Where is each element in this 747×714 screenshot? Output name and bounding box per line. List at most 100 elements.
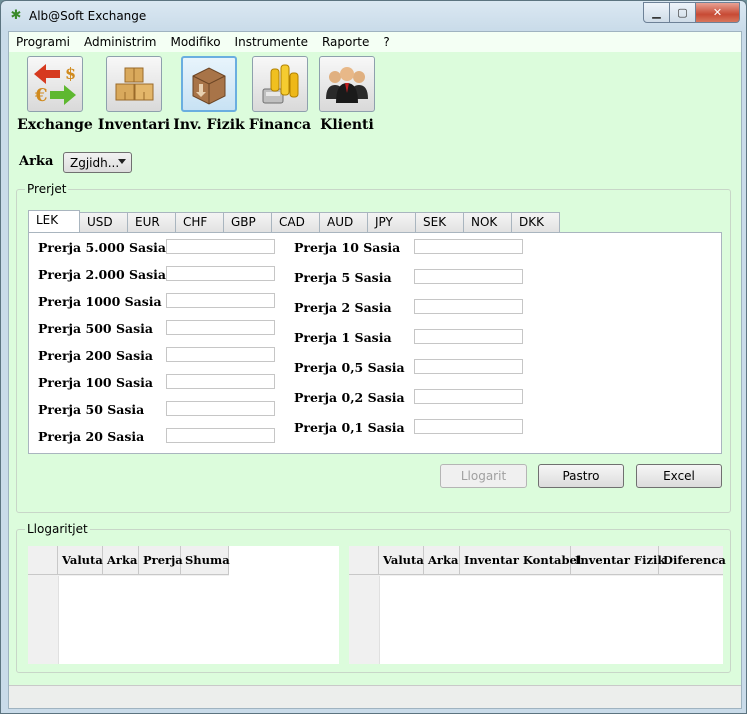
excel-button[interactable]: Excel	[636, 464, 722, 488]
svg-text:$: $	[65, 64, 76, 83]
column-header-valuta[interactable]: Valuta	[379, 546, 424, 575]
status-bar	[9, 685, 741, 708]
caption-buttons: ▁ ▢ ✕	[643, 2, 740, 23]
menu-administrim[interactable]: Administrim	[77, 35, 164, 49]
title-bar[interactable]: ✱ Alb@Soft Exchange ▁ ▢ ✕	[1, 1, 746, 31]
field-label: Prerja 2.000 Sasia	[38, 267, 167, 282]
menu-help[interactable]: ?	[376, 35, 396, 49]
window-title: Alb@Soft Exchange	[29, 9, 147, 23]
prerja-20-input[interactable]	[166, 428, 275, 443]
currency-tabs: LEK USD EUR CHF GBP CAD AUD JPY SEK NOK …	[28, 210, 560, 232]
klienti-button[interactable]	[319, 56, 375, 112]
toolbar-exchange[interactable]: $ € Exchange	[17, 56, 93, 133]
right-grid-header: Valuta Arka Inventar Kontabel Inventar F…	[349, 546, 726, 576]
tab-nok[interactable]: NOK	[464, 212, 512, 232]
field-label: Prerja 5.000 Sasia	[38, 240, 167, 255]
column-header-arka[interactable]: Arka	[103, 546, 139, 575]
tab-dkk[interactable]: DKK	[512, 212, 560, 232]
column-header-shuma[interactable]: Shuma	[181, 546, 230, 575]
financa-label: Financa	[248, 117, 312, 133]
grid-corner	[28, 546, 58, 575]
prerja-100-input[interactable]	[166, 374, 275, 389]
row-header-column	[28, 576, 59, 664]
grid-corner	[349, 546, 379, 575]
financa-button[interactable]	[252, 56, 308, 112]
llogarit-button[interactable]: Llogarit	[440, 464, 527, 488]
prerja-0-5-input[interactable]	[414, 359, 523, 374]
arka-label: Arka	[19, 154, 54, 169]
lek-tab-panel: Prerja 5.000 Sasia Prerja 2.000 Sasia Pr…	[28, 232, 722, 454]
inventari-label: Inventari	[97, 117, 171, 133]
field-label: Prerja 0,1 Sasia	[294, 420, 405, 435]
box-download-icon	[192, 67, 226, 105]
prerja-200-input[interactable]	[166, 347, 275, 362]
tab-sek[interactable]: SEK	[416, 212, 464, 232]
maximize-button[interactable]: ▢	[670, 2, 696, 23]
tab-chf[interactable]: CHF	[176, 212, 224, 232]
inventory-boxes-icon	[115, 67, 154, 101]
prerja-0-1-input[interactable]	[414, 419, 523, 434]
prerja-1-input[interactable]	[414, 329, 523, 344]
minimize-icon: ▁	[652, 6, 661, 19]
left-results-grid[interactable]: Valuta Arka Prerja Shuma	[28, 546, 339, 664]
prerja-5000-input[interactable]	[166, 239, 275, 254]
field-label: Prerja 10 Sasia	[294, 240, 401, 255]
prerja-2-input[interactable]	[414, 299, 523, 314]
maximize-icon: ▢	[677, 6, 688, 19]
prerja-2000-input[interactable]	[166, 266, 275, 281]
inv-fizik-label: Inv. Fizik	[173, 117, 245, 133]
menu-bar: Programi Administrim Modifiko Instrument…	[9, 32, 741, 52]
field-label: Prerja 1000 Sasia	[38, 294, 162, 309]
clients-group-icon	[326, 67, 368, 103]
field-label: Prerja 1 Sasia	[294, 330, 392, 345]
arka-selected-value: Zgjidh...	[70, 156, 120, 170]
prerja-50-input[interactable]	[166, 401, 275, 416]
minimize-button[interactable]: ▁	[643, 2, 670, 23]
close-button[interactable]: ✕	[696, 2, 740, 23]
main-toolbar: $ € Exchange Inventari Inv. Fizik Financ…	[9, 56, 741, 138]
inventari-button[interactable]	[106, 56, 162, 112]
field-label: Prerja 2 Sasia	[294, 300, 392, 315]
tab-usd[interactable]: USD	[80, 212, 128, 232]
tab-eur[interactable]: EUR	[128, 212, 176, 232]
menu-raporte[interactable]: Raporte	[315, 35, 376, 49]
column-header-arka[interactable]: Arka	[424, 546, 460, 575]
field-label: Prerja 50 Sasia	[38, 402, 145, 417]
column-header-inventar-fizik[interactable]: Inventar Fizik	[571, 546, 665, 575]
exchange-button[interactable]: $ €	[27, 56, 83, 112]
tab-lek[interactable]: LEK	[28, 210, 80, 232]
prerja-0-2-input[interactable]	[414, 389, 523, 404]
app-logo-icon: ✱	[10, 8, 22, 23]
chevron-down-icon	[118, 159, 126, 164]
tab-aud[interactable]: AUD	[320, 212, 368, 232]
prerja-10-input[interactable]	[414, 239, 523, 254]
pastro-button[interactable]: Pastro	[538, 464, 624, 488]
prerja-1000-input[interactable]	[166, 293, 275, 308]
tab-gbp[interactable]: GBP	[224, 212, 272, 232]
app-window: ✱ Alb@Soft Exchange ▁ ▢ ✕ Programi Admin…	[0, 0, 747, 714]
toolbar-inventari[interactable]: Inventari	[96, 56, 172, 133]
inv-fizik-button[interactable]	[181, 56, 237, 112]
prerja-500-input[interactable]	[166, 320, 275, 335]
arka-select[interactable]: Zgjidh...	[63, 152, 132, 173]
main-client-area: Programi Administrim Modifiko Instrument…	[8, 31, 742, 709]
menu-instrumente[interactable]: Instrumente	[228, 35, 315, 49]
toolbar-financa[interactable]: Financa	[245, 56, 315, 133]
tab-cad[interactable]: CAD	[272, 212, 320, 232]
column-header-diferenca[interactable]: Diferenca	[659, 546, 726, 575]
field-label: Prerja 20 Sasia	[38, 429, 145, 444]
toolbar-inv-fizik[interactable]: Inv. Fizik	[171, 56, 247, 133]
toolbar-klienti[interactable]: Klienti	[312, 56, 382, 133]
column-header-inventar-kontabel[interactable]: Inventar Kontabel	[460, 546, 581, 575]
column-header-prerja[interactable]: Prerja	[139, 546, 183, 575]
menu-modifiko[interactable]: Modifiko	[163, 35, 227, 49]
right-results-grid[interactable]: Valuta Arka Inventar Kontabel Inventar F…	[349, 546, 726, 664]
field-label: Prerja 500 Sasia	[38, 321, 153, 336]
svg-text:€: €	[34, 85, 48, 106]
column-header-valuta[interactable]: Valuta	[58, 546, 103, 575]
menu-programi[interactable]: Programi	[9, 35, 77, 49]
tab-jpy[interactable]: JPY	[368, 212, 416, 232]
llogaritjet-title: Llogaritjet	[25, 522, 90, 536]
prerja-5-input[interactable]	[414, 269, 523, 284]
row-header-column	[349, 576, 380, 664]
